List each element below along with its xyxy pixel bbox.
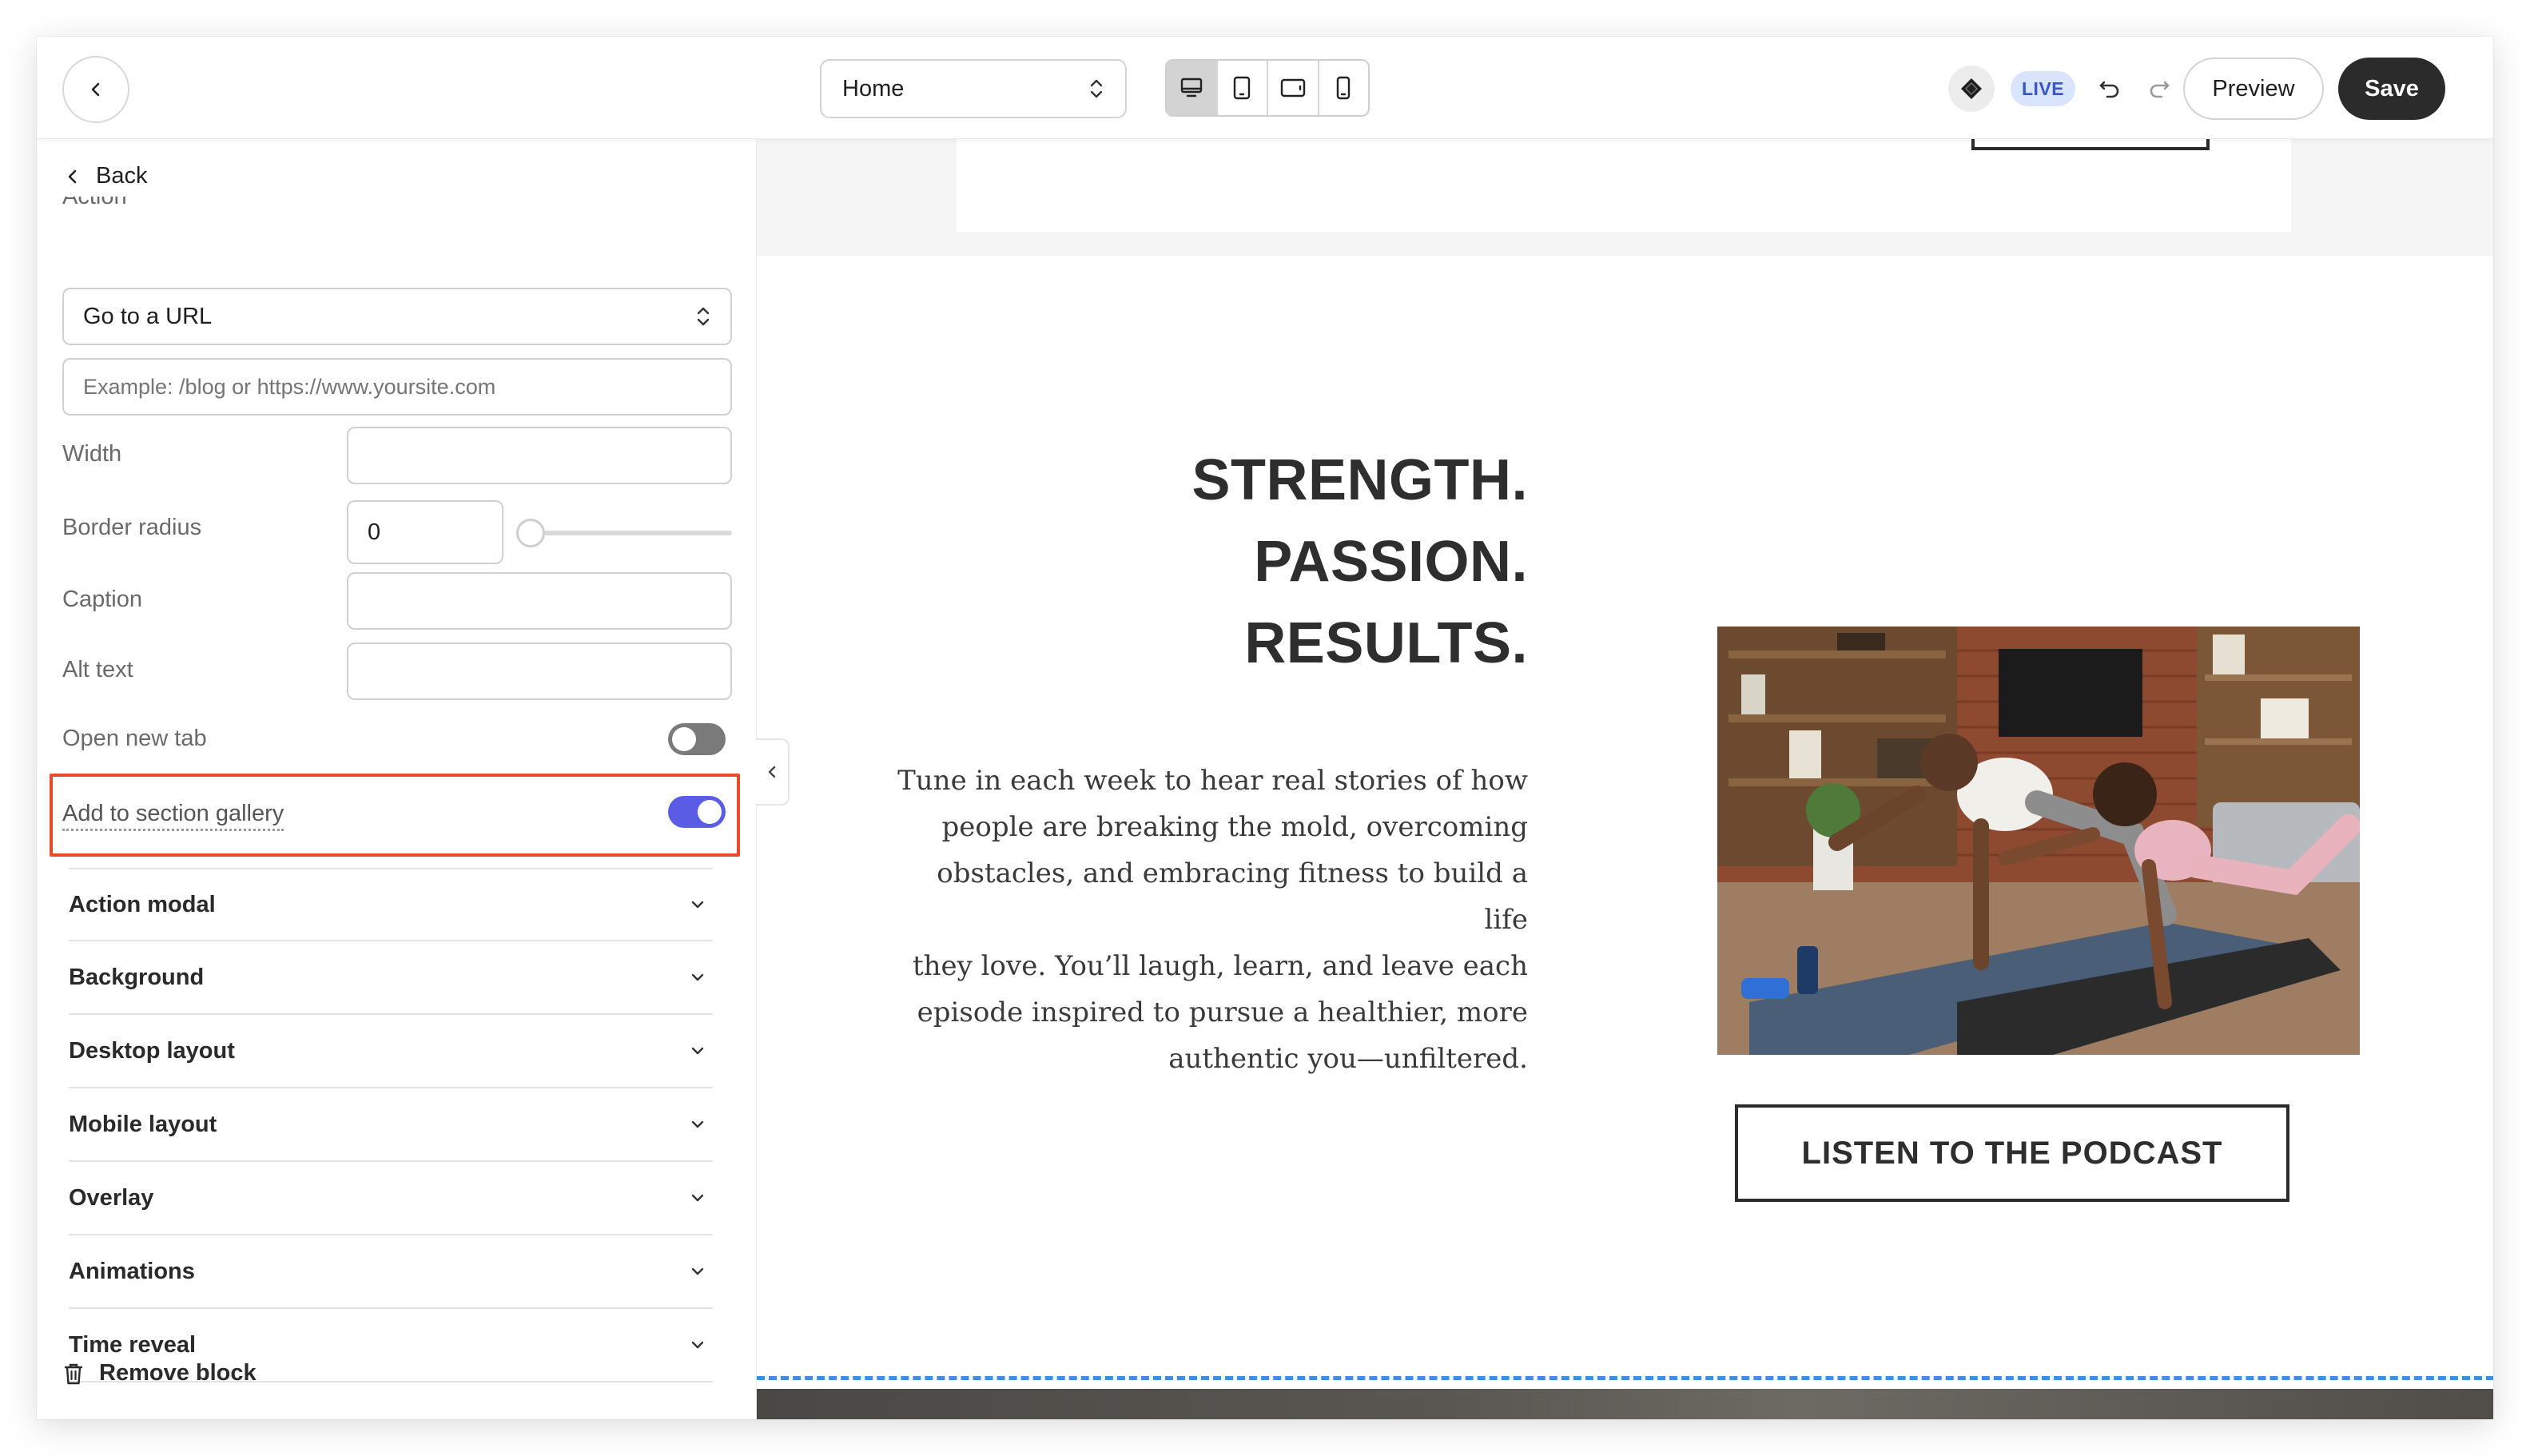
section-body-text[interactable]: Tune in each week to hear real stories o… xyxy=(889,758,1528,1082)
chevron-down-icon xyxy=(691,1120,704,1128)
chevron-down-icon xyxy=(691,1341,704,1349)
accordion-label: Overlay xyxy=(69,1184,154,1211)
page-canvas: STRENGTH. PASSION. RESULTS. Tune in each… xyxy=(756,139,2493,1419)
chevron-down-icon xyxy=(691,901,704,909)
remove-block-button[interactable]: Remove block xyxy=(62,1360,257,1386)
updown-chevron-icon xyxy=(1090,79,1103,98)
body-line: authentic you—unfiltered. xyxy=(1168,1043,1528,1075)
chevron-left-icon xyxy=(91,82,100,97)
updown-chevron-icon xyxy=(697,307,710,326)
headline-line: PASSION. xyxy=(1254,530,1528,594)
previous-section xyxy=(757,139,2493,256)
action-section-label: Action xyxy=(62,197,127,209)
live-status-badge: LIVE xyxy=(2011,71,2076,106)
chevron-down-icon xyxy=(691,1047,704,1055)
page-selector-value: Home xyxy=(842,75,905,101)
url-input[interactable] xyxy=(62,358,732,416)
headline-line: STRENGTH. xyxy=(1191,448,1528,512)
top-toolbar: Home LIVE Preview Save xyxy=(37,37,2493,139)
section-divider-dashed xyxy=(757,1376,2493,1380)
headline-line: RESULTS. xyxy=(1244,611,1528,675)
accordion-mobile-layout[interactable]: Mobile layout xyxy=(69,1088,713,1162)
upgrade-button[interactable] xyxy=(1948,66,1995,112)
body-line: people are breaking the mold, overcoming xyxy=(941,811,1528,843)
collapse-panel-handle[interactable] xyxy=(756,738,790,806)
body-line: episode inspired to pursue a healthier, … xyxy=(917,997,1528,1028)
border-radius-value: 0 xyxy=(368,519,381,545)
caption-input[interactable] xyxy=(347,572,732,630)
mobile-icon xyxy=(1337,76,1351,100)
fitness-couple-image[interactable] xyxy=(1717,627,2360,1055)
save-button[interactable]: Save xyxy=(2338,58,2445,120)
border-radius-slider-thumb[interactable] xyxy=(516,519,545,547)
fitness-couple-illustration xyxy=(1717,627,2360,1055)
undo-button[interactable] xyxy=(2094,72,2126,104)
alt-text-label: Alt text xyxy=(62,657,133,682)
caption-label: Caption xyxy=(62,587,142,612)
action-select[interactable]: Go to a URL xyxy=(62,288,732,345)
redo-icon xyxy=(2150,81,2170,98)
chevron-left-icon xyxy=(68,169,77,183)
body-line: obstacles, and embracing fitness to buil… xyxy=(937,857,1528,936)
desktop-view-button[interactable] xyxy=(1167,61,1218,115)
trash-icon xyxy=(64,1363,83,1384)
accordion-label: Time reveal xyxy=(69,1331,197,1358)
diamond-icon xyxy=(1961,78,1982,99)
accordion-desktop-layout[interactable]: Desktop layout xyxy=(69,1015,713,1088)
next-section-preview xyxy=(757,1389,2493,1419)
open-new-tab-label: Open new tab xyxy=(62,726,207,751)
mobile-view-button[interactable] xyxy=(1319,61,1369,115)
previous-section-card xyxy=(957,139,2291,232)
tablet-portrait-view-button[interactable] xyxy=(1218,61,1268,115)
accordion-animations[interactable]: Animations xyxy=(69,1235,713,1309)
accordion-label: Animations xyxy=(69,1258,195,1284)
border-radius-label: Border radius xyxy=(62,515,202,540)
action-select-value: Go to a URL xyxy=(83,303,213,329)
back-label: Back xyxy=(96,163,148,189)
body-line: they love. You’ll laugh, learn, and leav… xyxy=(912,950,1528,982)
section-headline[interactable]: STRENGTH. PASSION. RESULTS. xyxy=(1191,440,1528,684)
back-link[interactable]: Back xyxy=(66,163,147,189)
tablet-landscape-view-button[interactable] xyxy=(1268,61,1319,115)
redo-button[interactable] xyxy=(2143,72,2175,104)
chevron-left-icon xyxy=(768,766,776,778)
alt-text-input[interactable] xyxy=(347,642,732,700)
accordion-label: Desktop layout xyxy=(69,1037,235,1064)
tablet-landscape-icon xyxy=(1280,78,1305,97)
remove-block-label: Remove block xyxy=(99,1360,257,1386)
accordion-overlay[interactable]: Overlay xyxy=(69,1162,713,1235)
accordion-background[interactable]: Background xyxy=(69,941,713,1015)
page-selector[interactable]: Home xyxy=(820,59,1127,118)
accordion-label: Background xyxy=(69,964,205,990)
accordion-action-modal[interactable]: Action modal xyxy=(69,868,713,941)
accordion-label: Mobile layout xyxy=(69,1111,217,1137)
chevron-down-icon xyxy=(691,1194,704,1202)
tablet-portrait-icon xyxy=(1234,76,1251,100)
accordion-label: Action modal xyxy=(69,891,216,917)
add-to-gallery-toggle[interactable] xyxy=(668,796,726,828)
border-radius-input[interactable]: 0 xyxy=(347,500,503,564)
previous-section-button[interactable] xyxy=(1971,139,2210,150)
open-new-tab-toggle[interactable] xyxy=(668,723,726,755)
editor-window: Home LIVE Preview Save Back Action Go to… xyxy=(37,37,2493,1419)
undo-icon xyxy=(2099,81,2119,98)
add-to-gallery-label: Add to section gallery xyxy=(62,801,284,831)
width-label: Width xyxy=(62,441,122,467)
device-switcher xyxy=(1165,59,1370,117)
width-input[interactable] xyxy=(347,427,732,484)
body-line: Tune in each week to hear real stories o… xyxy=(897,765,1528,797)
border-radius-slider-track[interactable] xyxy=(516,531,732,535)
listen-podcast-button[interactable]: LISTEN TO THE PODCAST xyxy=(1735,1104,2289,1202)
preview-button[interactable]: Preview xyxy=(2183,58,2324,120)
desktop-icon xyxy=(1180,78,1202,97)
chevron-down-icon xyxy=(691,1267,704,1275)
block-settings-panel: Back Action Go to a URL Width Border rad… xyxy=(37,139,756,1419)
exit-editor-button[interactable] xyxy=(62,56,129,123)
chevron-down-icon xyxy=(691,973,704,981)
